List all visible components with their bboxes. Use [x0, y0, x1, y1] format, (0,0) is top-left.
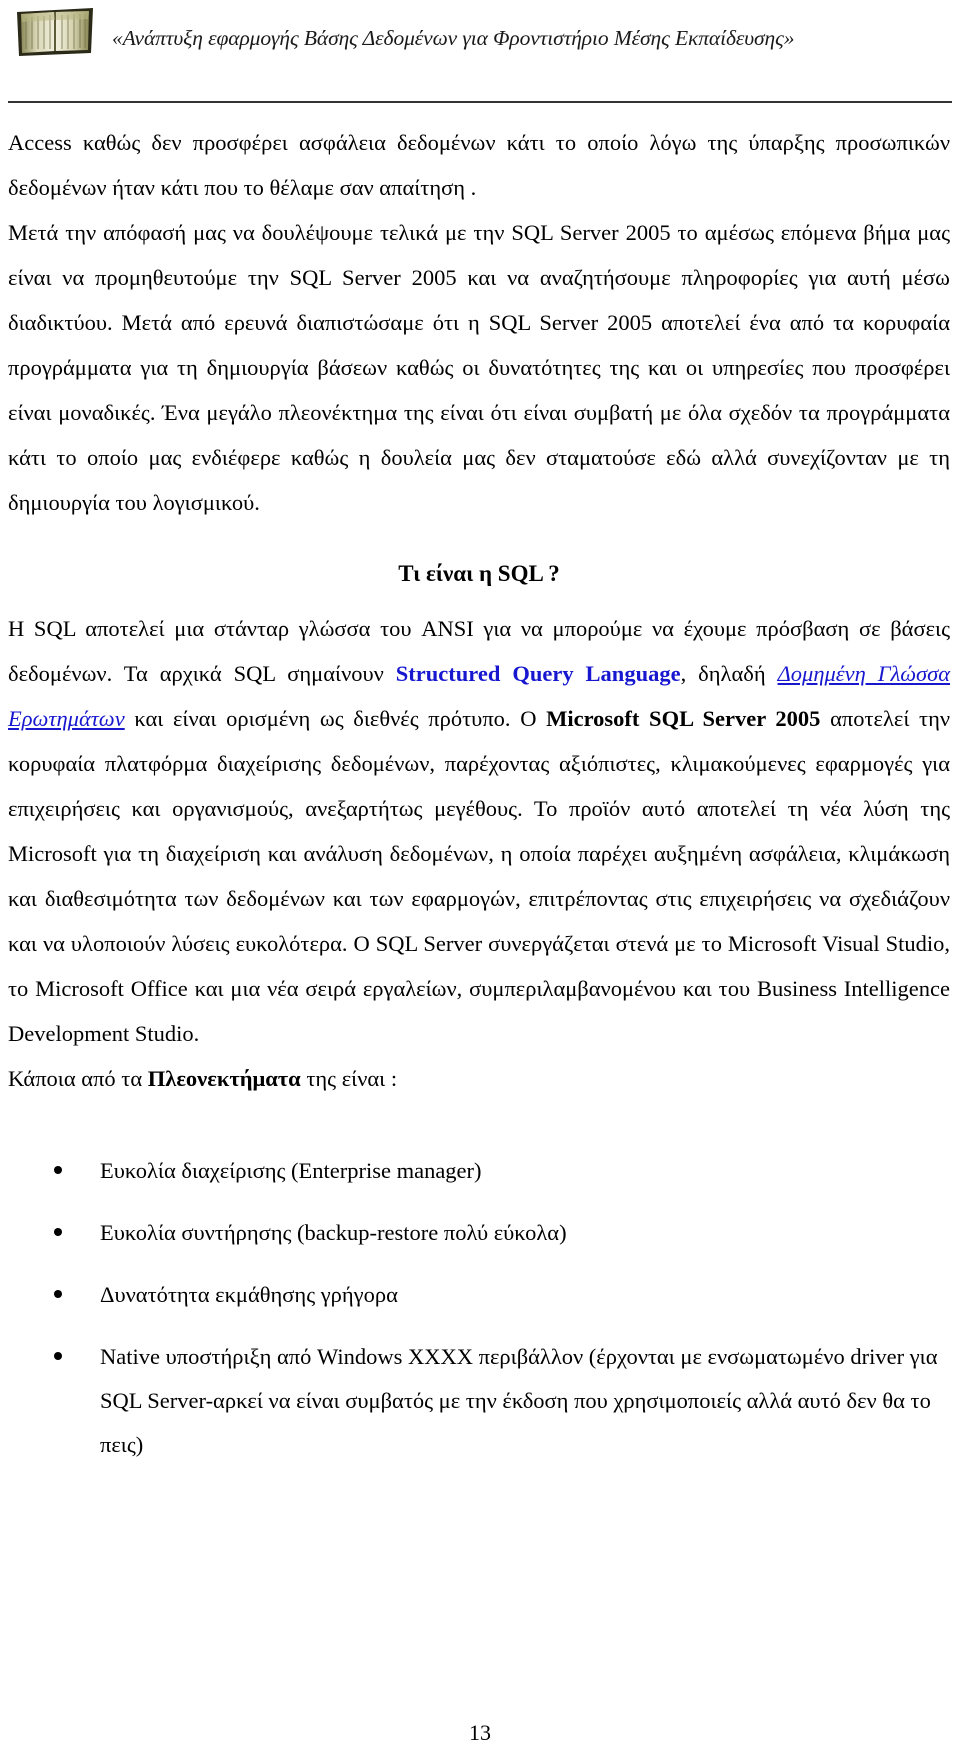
- page-number: 13: [469, 1720, 491, 1745]
- list-item: Δυνατότητα εκμάθησης γρήγορα: [8, 1273, 950, 1317]
- document-body: Access καθώς δεν προσφέρει ασφάλεια δεδο…: [8, 120, 950, 1485]
- term-structured-query-language: Structured Query Language: [395, 661, 681, 686]
- page-footer: 13: [0, 1720, 960, 1746]
- page-header: «Ανάπτυξη εφαρμογής Βάσης Δεδομένων για …: [0, 0, 960, 108]
- bullet-dot-icon: [54, 1166, 62, 1174]
- open-book-icon: [14, 6, 96, 58]
- paragraph-2: Μετά την απόφασή μας να δουλέψουμε τελικ…: [8, 220, 950, 515]
- list-item: Ευκολία διαχείρισης (Enterprise manager): [8, 1149, 950, 1193]
- paragraph-1: Access καθώς δεν προσφέρει ασφάλεια δεδο…: [8, 130, 950, 200]
- list-item: Ευκολία συντήρησης (backup-restore πολύ …: [8, 1211, 950, 1255]
- paragraph-3-text-c: και είναι ορισμένη ως διεθνές πρότυπο. Ο: [124, 706, 547, 731]
- paragraph-4: Κάποια από τα Πλεονεκτήματα της είναι :: [8, 1056, 950, 1101]
- document-page: «Ανάπτυξη εφαρμογής Βάσης Δεδομένων για …: [0, 0, 960, 1764]
- paragraph-3-text-d: αποτελεί την κορυφαία πλατφόρμα διαχείρι…: [8, 706, 951, 1046]
- list-item-label: Ευκολία διαχείρισης (Enterprise manager): [100, 1158, 482, 1183]
- advantages-list: Ευκολία διαχείρισης (Enterprise manager)…: [8, 1149, 950, 1467]
- section-heading-sql: Τι είναι η SQL ?: [398, 561, 560, 586]
- bullet-dot-icon: [54, 1228, 62, 1236]
- term-advantages: Πλεονεκτήματα: [147, 1066, 301, 1091]
- paragraph-3-text-b: , δηλαδή: [680, 661, 778, 686]
- list-item-label: Native υποστήριξη από Windows XXXX περιβ…: [100, 1344, 938, 1457]
- page-title: «Ανάπτυξη εφαρμογής Βάσης Δεδομένων για …: [112, 26, 795, 50]
- bullet-dot-icon: [54, 1352, 62, 1360]
- header-divider: [8, 101, 952, 103]
- list-item-label: Δυνατότητα εκμάθησης γρήγορα: [100, 1282, 398, 1307]
- list-item-label: Ευκολία συντήρησης (backup-restore πολύ …: [100, 1220, 567, 1245]
- bullet-dot-icon: [54, 1290, 62, 1298]
- paragraph-4-text-a: Κάποια από τα: [8, 1066, 148, 1091]
- paragraph-3: Η SQL αποτελεί μια στάνταρ γλώσσα του AN…: [8, 606, 950, 1056]
- paragraph-4-text-b: της είναι :: [300, 1066, 398, 1091]
- term-microsoft-sql-server-2005: Microsoft SQL Server 2005: [546, 706, 821, 731]
- list-item: Native υποστήριξη από Windows XXXX περιβ…: [8, 1335, 950, 1467]
